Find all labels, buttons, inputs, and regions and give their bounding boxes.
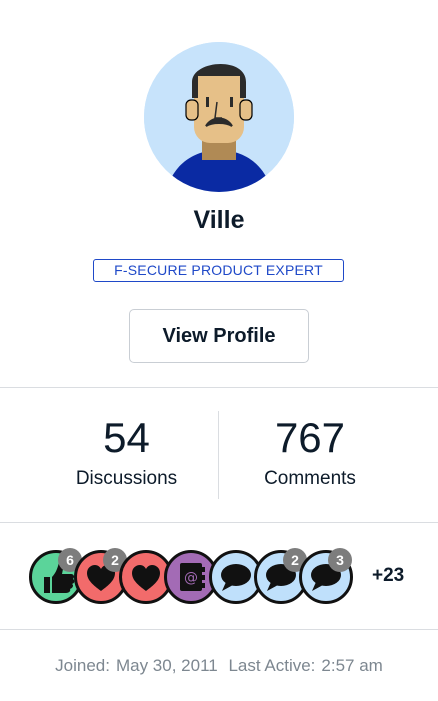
stat-discussions[interactable]: 54 Discussions: [17, 412, 236, 494]
stat-comments[interactable]: 767 Comments: [219, 412, 401, 494]
joined-label: Joined:: [55, 656, 110, 675]
user-meta: Joined: May 30, 2011 Last Active: 2:57 am: [0, 656, 438, 676]
divider: [0, 629, 438, 630]
divider: [0, 522, 438, 523]
badge-list: 6 2 @2 3: [28, 548, 358, 605]
stat-label: Discussions: [75, 468, 178, 489]
stat-label: Comments: [264, 468, 356, 489]
user-name[interactable]: Ville: [0, 206, 438, 235]
more-badges-link[interactable]: +23: [372, 565, 404, 587]
badge-count: 3: [328, 548, 352, 572]
svg-text:@: @: [184, 570, 198, 586]
stat-value: 767: [274, 414, 346, 461]
joined-date: May 30, 2011: [115, 656, 218, 675]
avatar-illustration: [144, 42, 294, 192]
badge[interactable]: 3: [298, 548, 354, 605]
user-profile-card: Ville F-SECURE PRODUCT EXPERT View Profi…: [0, 0, 438, 701]
divider: [0, 387, 438, 388]
last-active-label: Last Active:: [228, 656, 316, 675]
avatar[interactable]: [144, 42, 294, 192]
role-badge: F-SECURE PRODUCT EXPERT: [93, 259, 344, 282]
last-active-time: 2:57 am: [321, 656, 383, 675]
view-profile-button[interactable]: View Profile: [129, 309, 309, 363]
stat-value: 54: [103, 414, 150, 461]
